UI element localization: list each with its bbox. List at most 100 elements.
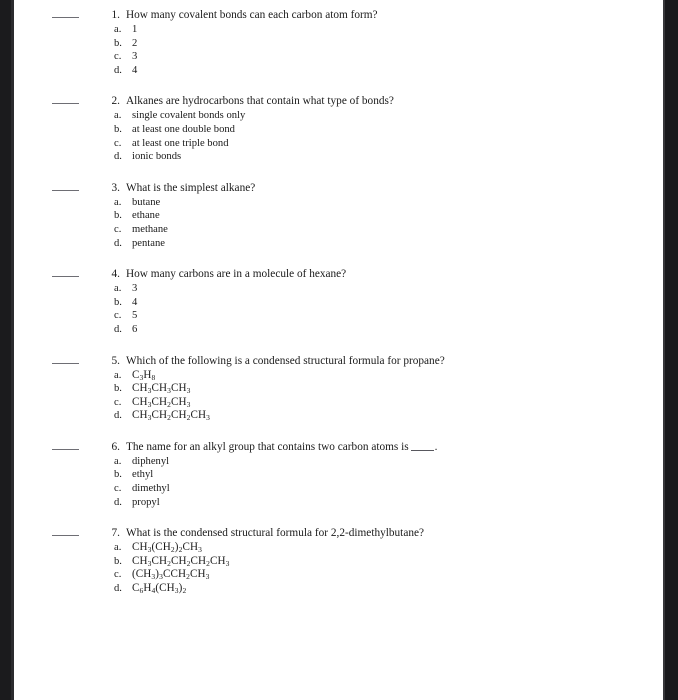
question-number: 3. — [111, 181, 120, 194]
option-row[interactable]: b. ethane — [52, 209, 663, 223]
answer-blank-line[interactable] — [52, 103, 79, 105]
answer-blank-line[interactable] — [52, 448, 79, 450]
question-number: 6. — [111, 440, 120, 453]
answer-blank-line[interactable] — [52, 276, 79, 278]
question-block: 2. Alkanes are hydrocarbons that contain … — [14, 94, 663, 163]
option-text: 3 — [132, 283, 138, 295]
option-text: 4 — [132, 296, 138, 308]
option-list: a. 1 b. 2 c. 3 d. 4 — [52, 23, 663, 77]
option-row[interactable]: a. C3H8 — [52, 369, 663, 383]
option-letter: a. — [114, 369, 122, 381]
question-header: 7. What is the condensed structural formu… — [52, 526, 663, 540]
option-row[interactable]: c. (CH3)3CCH2CH3 — [52, 568, 663, 582]
option-row[interactable]: a. 1 — [52, 23, 663, 37]
option-formula: C6H4(CH3)2 — [132, 582, 187, 595]
option-letter: b. — [114, 37, 122, 49]
option-text: dimethyl — [132, 483, 170, 495]
option-letter: d. — [114, 496, 122, 508]
option-letter: b. — [114, 123, 122, 135]
option-row[interactable]: b. at least one double bond — [52, 123, 663, 137]
scan-border-left-seam — [11, 0, 14, 700]
option-list: a. 3 b. 4 c. 5 d. 6 — [52, 282, 663, 336]
option-list: a. single covalent bonds only b. at least o… — [52, 109, 663, 163]
answer-blank-line[interactable] — [52, 535, 79, 537]
question-text: Which of the following is a condensed st… — [126, 354, 445, 367]
option-row[interactable]: b. 4 — [52, 296, 663, 310]
option-row[interactable]: c. methane — [52, 223, 663, 237]
option-text: ionic bonds — [132, 151, 182, 163]
question-block: 5. Which of the following is a condensed … — [14, 354, 663, 423]
option-row[interactable]: a. butane — [52, 196, 663, 210]
option-text: pentane — [132, 237, 165, 249]
option-row[interactable]: a. CH3(CH2)2CH3 — [52, 541, 663, 555]
question-trailing-punctuation: . — [434, 440, 438, 453]
inline-fill-blank[interactable] — [410, 449, 434, 451]
question-text: How many covalent bonds can each carbon … — [126, 9, 378, 21]
option-text: ethane — [132, 210, 160, 222]
option-text: 6 — [132, 323, 138, 335]
option-letter: a. — [114, 455, 122, 467]
option-text: at least one double bond — [132, 123, 235, 135]
option-list: a. butane b. ethane c. methane d. pentane — [52, 196, 663, 250]
question-header: 4. How many carbons are in a molecule of … — [52, 267, 663, 281]
option-row[interactable]: c. 5 — [52, 309, 663, 323]
question-text: What is the simplest alkane? — [126, 181, 256, 194]
question-header: 6. The name for an alkyl group that conta… — [52, 440, 663, 454]
option-row[interactable]: c. 3 — [52, 50, 663, 64]
option-row[interactable]: d. CH3CH2CH2CH3 — [52, 409, 663, 423]
option-list: a. C3H8 b. CH3CH3CH3 c. CH3CH2CH3 d. CH3CH2CH2C… — [52, 369, 663, 423]
question-block: 4. How many carbons are in a molecule of … — [14, 267, 663, 336]
question-block: 7. What is the condensed structural formu… — [14, 526, 663, 595]
option-letter: c. — [114, 396, 122, 408]
answer-blank-line[interactable] — [52, 17, 79, 18]
option-letter: b. — [114, 383, 122, 395]
option-formula: C3H8 — [132, 368, 156, 382]
option-text: methane — [132, 223, 168, 235]
question-block: 6. The name for an alkyl group that conta… — [14, 440, 663, 509]
question-number: 7. — [111, 527, 120, 540]
option-letter: c. — [114, 51, 122, 63]
question-number: 2. — [111, 95, 120, 108]
option-row[interactable]: c. at least one triple bond — [52, 137, 663, 151]
question-number: 1. — [111, 9, 120, 21]
option-letter: d. — [114, 151, 122, 163]
option-row[interactable]: d. 6 — [52, 323, 663, 337]
option-letter: c. — [114, 483, 122, 495]
option-row[interactable]: a. diphenyl — [52, 455, 663, 469]
option-row[interactable]: a. 3 — [52, 282, 663, 296]
option-text: single covalent bonds only — [132, 110, 246, 122]
question-header: 1. How many covalent bonds can each carbo… — [52, 8, 663, 22]
question-header: 2. Alkanes are hydrocarbons that contain … — [52, 94, 663, 108]
option-letter: d. — [114, 237, 122, 249]
option-row[interactable]: b. CH3CH3CH3 — [52, 382, 663, 396]
option-row[interactable]: c. CH3CH2CH3 — [52, 396, 663, 410]
option-row[interactable]: b. ethyl — [52, 468, 663, 482]
option-row[interactable]: d. pentane — [52, 237, 663, 251]
option-letter: a. — [114, 110, 122, 122]
option-text: 2 — [132, 37, 138, 49]
option-text: butane — [132, 196, 161, 208]
option-formula: CH3CH2CH2CH2CH3 — [132, 554, 230, 568]
option-letter: a. — [114, 24, 122, 35]
option-formula: CH3CH2CH3 — [132, 395, 191, 409]
option-row[interactable]: c. dimethyl — [52, 482, 663, 496]
option-row[interactable]: d. 4 — [52, 64, 663, 78]
option-row[interactable]: b. CH3CH2CH2CH2CH3 — [52, 555, 663, 569]
option-letter: b. — [114, 555, 122, 567]
question-header: 3. What is the simplest alkane? — [52, 181, 663, 195]
question-block: 1. How many covalent bonds can each carbo… — [14, 8, 663, 77]
option-row[interactable]: d. C6H4(CH3)2 — [52, 582, 663, 596]
answer-blank-line[interactable] — [52, 189, 79, 191]
option-row[interactable]: d. ionic bonds — [52, 150, 663, 164]
question-number: 4. — [111, 268, 120, 281]
option-list: a. CH3(CH2)2CH3 b. CH3CH2CH2CH2CH3 c. (CH3)3C… — [52, 541, 663, 595]
option-text: 1 — [132, 24, 138, 35]
option-text: 3 — [132, 51, 138, 63]
option-row[interactable]: b. 2 — [52, 37, 663, 51]
question-header: 5. Which of the following is a condensed … — [52, 354, 663, 368]
answer-blank-line[interactable] — [52, 362, 79, 364]
option-letter: c. — [114, 310, 122, 322]
option-row[interactable]: a. single covalent bonds only — [52, 109, 663, 123]
option-letter: c. — [114, 569, 122, 581]
option-row[interactable]: d. propyl — [52, 496, 663, 510]
